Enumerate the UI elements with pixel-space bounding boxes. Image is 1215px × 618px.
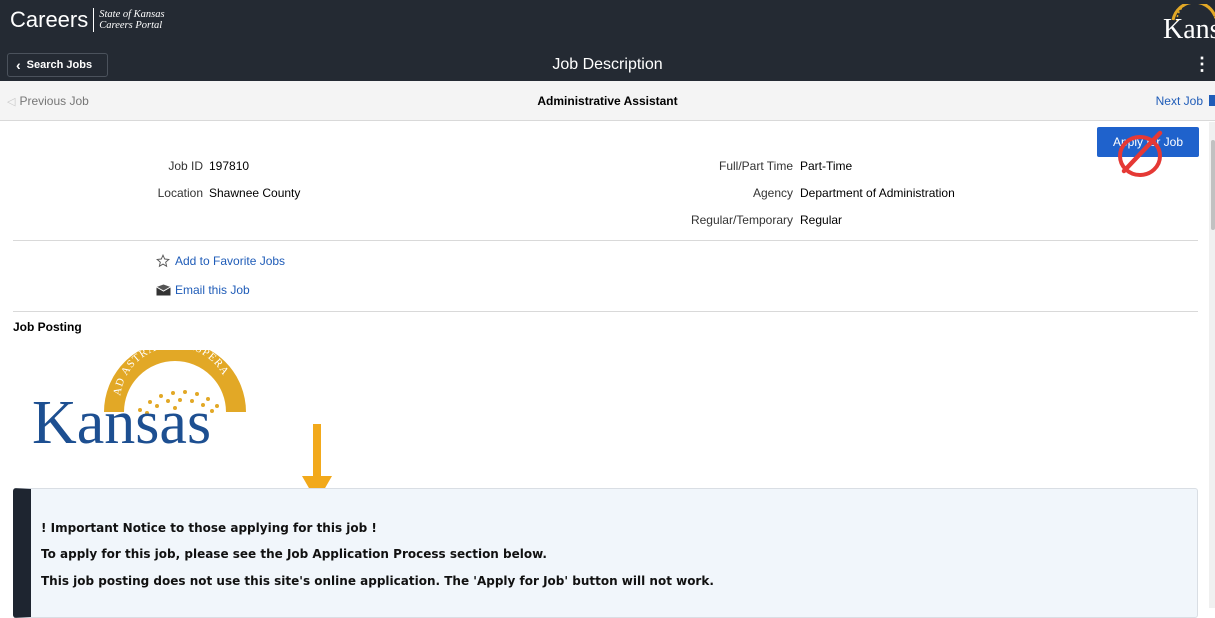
nav-bar: ‹ Search Jobs Job Description ⋮	[0, 50, 1215, 81]
divider	[13, 311, 1198, 312]
next-triangle-icon	[1209, 95, 1215, 106]
notice-line-3: This job posting does not use this site'…	[41, 574, 714, 588]
full-part-time-label: Full/Part Time	[718, 159, 793, 173]
more-options-icon[interactable]: ⋮	[1193, 55, 1211, 73]
job-title: Administrative Assistant	[537, 94, 678, 108]
regular-temporary-value: Regular	[800, 213, 843, 227]
divider	[13, 240, 1198, 241]
location-label: Location	[157, 186, 203, 200]
brand-subtitle: State of Kansas Careers Portal	[99, 9, 164, 31]
job-id-value: 197810	[209, 159, 250, 173]
next-job-label: Next Job	[1155, 94, 1203, 108]
envelope-icon	[155, 284, 171, 296]
location-value: Shawnee County	[209, 186, 301, 200]
scrollbar-thumb[interactable]	[1211, 140, 1215, 230]
important-notice-box: ! Important Notice to those applying for…	[13, 488, 1198, 618]
full-part-time-value: Part-Time	[800, 159, 853, 173]
brand[interactable]: Careers State of Kansas Careers Portal	[10, 6, 165, 34]
add-to-favorites-link[interactable]: Add to Favorite Jobs	[155, 254, 285, 268]
top-header: Careers State of Kansas Careers Portal K…	[0, 0, 1215, 50]
brand-subtitle-line2: Careers Portal	[99, 20, 163, 31]
job-posting-heading: Job Posting	[13, 320, 82, 334]
brand-subtitle-line1: State of Kansas	[99, 9, 165, 20]
apply-for-job-button[interactable]: Apply for Job	[1097, 127, 1199, 157]
logo-wordmark: Kansas	[32, 389, 212, 457]
brand-divider	[93, 8, 95, 32]
brand-title: Careers	[10, 7, 89, 32]
star-icon	[155, 254, 171, 268]
kansas-header-logo: Kansas	[1155, 4, 1215, 48]
notice-line-1: ! Important Notice to those applying for…	[41, 521, 377, 535]
regular-temporary-label: Regular/Temporary	[690, 213, 793, 227]
email-job-link[interactable]: Email this Job	[155, 283, 250, 297]
job-navigation-bar: ◁ Previous Job Administrative Assistant N…	[0, 81, 1215, 121]
email-job-label: Email this Job	[175, 283, 250, 297]
header-logo-word: Kansas	[1163, 14, 1215, 45]
add-to-favorites-label: Add to Favorite Jobs	[175, 254, 286, 268]
page-title: Job Description	[552, 56, 663, 73]
agency-label: Agency	[752, 186, 793, 200]
kansas-logo: AD ASTRA PER ASPERA Kansas	[30, 338, 262, 460]
agency-value: Department of Administration	[800, 186, 955, 200]
next-job-link[interactable]: Next Job	[1156, 94, 1215, 108]
job-id-label: Job ID	[168, 159, 203, 173]
notice-line-2: To apply for this job, please see the Jo…	[41, 547, 547, 561]
